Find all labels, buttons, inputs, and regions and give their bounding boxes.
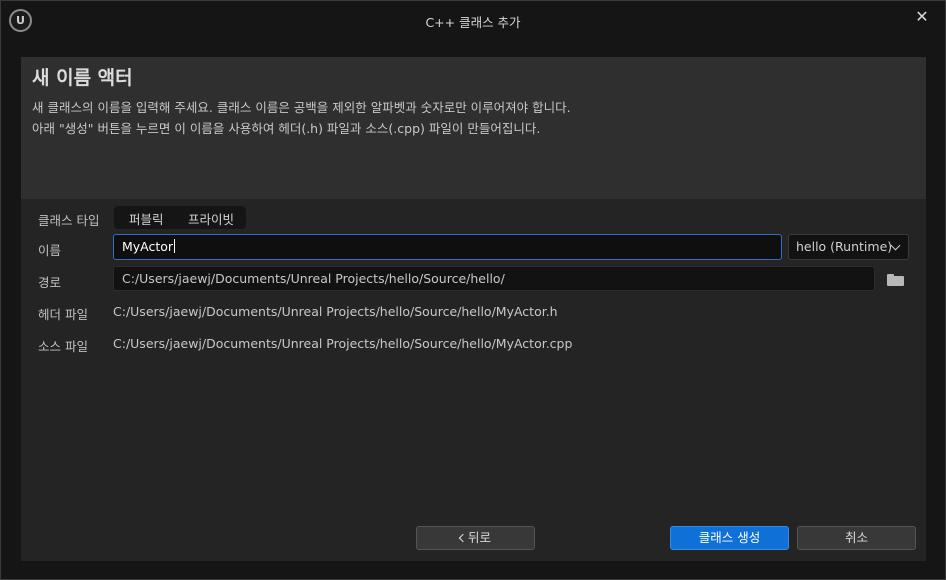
class-name-input[interactable]: MyActor	[113, 234, 782, 260]
cancel-button[interactable]: 취소	[797, 526, 916, 550]
module-dropdown-value: hello (Runtime)	[796, 239, 893, 254]
header-file-label: 헤더 파일	[38, 307, 88, 322]
path-input[interactable]: C:/Users/jaewj/Documents/Unreal Projects…	[113, 266, 875, 291]
class-type-public-option[interactable]: 퍼블릭	[129, 209, 164, 228]
class-type-toggle: 퍼블릭 프라이빗	[114, 206, 246, 229]
header-band: 새 이름 액터 새 클래스의 이름을 입력해 주세요. 클래스 이름은 공백을 …	[21, 57, 926, 199]
class-type-label: 클래스 타입	[38, 213, 100, 228]
add-cpp-class-dialog: U C++ 클래스 추가 ✕ 새 이름 액터 새 클래스의 이름을 입력해 주세…	[0, 0, 946, 580]
chevron-left-icon	[458, 533, 468, 543]
header-file-path: C:/Users/jaewj/Documents/Unreal Projects…	[113, 304, 558, 319]
title-bar: U C++ 클래스 추가 ✕	[1, 1, 945, 39]
source-file-label: 소스 파일	[38, 339, 88, 354]
module-dropdown[interactable]: hello (Runtime)	[788, 234, 909, 260]
back-button[interactable]: 뒤로	[416, 526, 535, 550]
content-panel: 새 이름 액터 새 클래스의 이름을 입력해 주세요. 클래스 이름은 공백을 …	[21, 57, 926, 561]
text-caret	[174, 239, 176, 253]
folder-icon[interactable]	[887, 274, 904, 286]
create-class-button-label: 클래스 생성	[698, 530, 761, 545]
class-name-value: MyActor	[122, 239, 174, 254]
create-class-button[interactable]: 클래스 생성	[670, 526, 789, 550]
cancel-button-label: 취소	[844, 530, 868, 545]
page-title: 새 이름 액터	[32, 67, 133, 89]
name-label: 이름	[38, 243, 62, 258]
window-title: C++ 클래스 추가	[425, 15, 521, 30]
path-value: C:/Users/jaewj/Documents/Unreal Projects…	[122, 271, 505, 286]
folder-icon-body	[887, 276, 904, 286]
close-icon[interactable]: ✕	[913, 8, 931, 26]
source-file-path: C:/Users/jaewj/Documents/Unreal Projects…	[113, 336, 573, 351]
description-line-2: 아래 "생성" 버튼을 누르면 이 이름을 사용하여 헤더(.h) 파일과 소스…	[32, 121, 541, 136]
path-label: 경로	[38, 275, 62, 290]
class-type-private-option[interactable]: 프라이빗	[188, 209, 234, 228]
back-button-label: 뒤로	[467, 530, 491, 545]
description-line-1: 새 클래스의 이름을 입력해 주세요. 클래스 이름은 공백을 제외한 알파벳과…	[32, 100, 571, 115]
